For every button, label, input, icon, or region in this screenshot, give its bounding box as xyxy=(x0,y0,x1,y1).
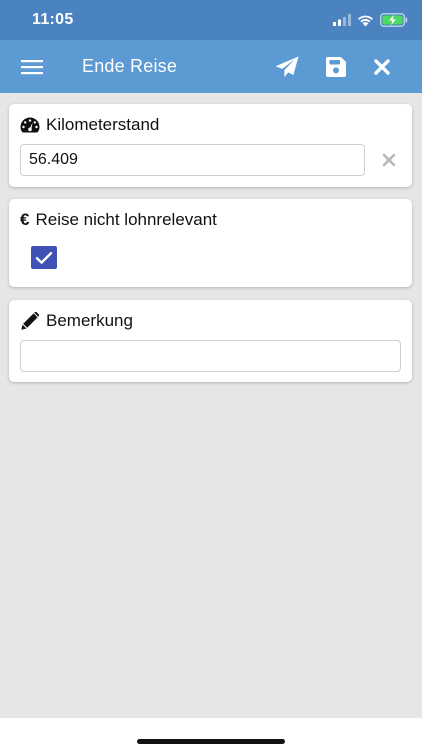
bemerkung-header: Bemerkung xyxy=(20,311,133,331)
page-title: Ende Reise xyxy=(82,56,178,76)
reise-label: Reise nicht lohnrelevant xyxy=(35,210,217,229)
euro-icon: € xyxy=(20,210,30,229)
bemerkung-card: Bemerkung xyxy=(9,300,412,382)
lohnrelevant-checkbox[interactable] xyxy=(31,246,57,269)
kilometerstand-label: Kilometerstand xyxy=(46,115,160,134)
signal-icon xyxy=(333,14,351,26)
bottom-bar xyxy=(0,718,422,750)
kilometerstand-input[interactable] xyxy=(20,144,365,176)
send-button[interactable] xyxy=(268,48,306,86)
checkmark-icon xyxy=(35,251,53,264)
hamburger-menu-icon xyxy=(21,60,43,75)
close-icon xyxy=(374,59,390,75)
save-button[interactable] xyxy=(317,48,355,86)
bemerkung-input[interactable] xyxy=(20,340,401,372)
status-bar: 11:05 xyxy=(0,0,422,40)
kilometerstand-card: Kilometerstand xyxy=(9,104,412,187)
status-time: 11:05 xyxy=(32,11,74,28)
close-button[interactable] xyxy=(363,48,401,86)
paper-plane-icon xyxy=(275,56,299,78)
kilometerstand-header: Kilometerstand xyxy=(20,115,159,135)
app-bar: Ende Reise xyxy=(0,40,422,93)
clear-kilometerstand-button[interactable] xyxy=(378,149,400,171)
bemerkung-label: Bemerkung xyxy=(46,311,133,330)
menu-button[interactable] xyxy=(14,49,50,85)
pencil-icon xyxy=(20,312,40,330)
floppy-disk-icon xyxy=(326,57,346,77)
reise-card: € Reise nicht lohnrelevant xyxy=(9,199,412,287)
reise-header: € Reise nicht lohnrelevant xyxy=(20,210,217,230)
home-indicator[interactable] xyxy=(137,739,285,744)
status-icons xyxy=(333,12,408,28)
battery-charging-icon xyxy=(380,13,408,27)
clear-x-icon xyxy=(382,153,396,167)
wifi-icon xyxy=(358,15,373,26)
speedometer-icon xyxy=(20,116,40,134)
